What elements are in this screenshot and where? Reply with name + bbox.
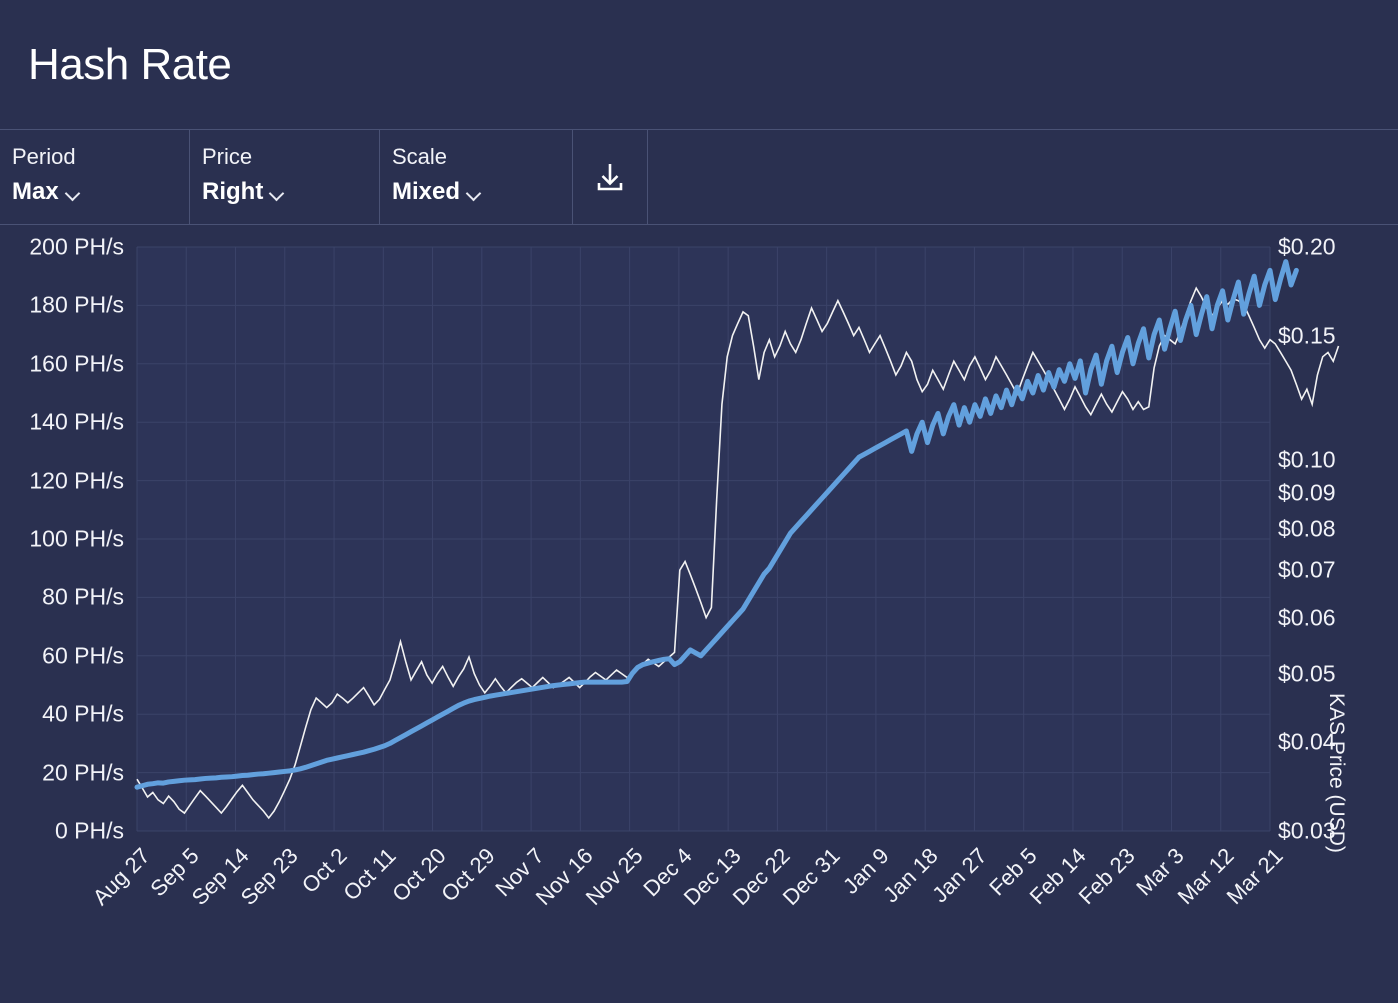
period-label: Period bbox=[12, 144, 76, 169]
scale-selector[interactable]: Scale Mixed bbox=[380, 130, 573, 224]
period-value: Max bbox=[12, 178, 59, 205]
y-axis-left-tick: 180 PH/s bbox=[29, 291, 124, 318]
price-value: Right bbox=[202, 178, 264, 205]
x-axis: Aug 27 Sep 5 Sep 14 Sep 23 Oct 2 Oct 11 Oct 20… bbox=[0, 831, 1398, 971]
y-axis-right-tick: $0.08 bbox=[1278, 515, 1336, 542]
y-axis-right-tick: $0.05 bbox=[1278, 660, 1336, 687]
chart-region: 0 PH/s 20 PH/s 40 PH/s 60 PH/s 80 PH/s 100 PH… bbox=[0, 225, 1398, 971]
page-title: Hash Rate bbox=[28, 39, 232, 89]
chevron-down-icon bbox=[66, 188, 81, 197]
y-axis-right-tick: $0.10 bbox=[1278, 446, 1336, 473]
y-axis-left-tick: 20 PH/s bbox=[42, 759, 124, 786]
y-axis-left-tick: 40 PH/s bbox=[42, 700, 124, 727]
y-axis-right-title: KAS Price (USD) bbox=[1325, 693, 1348, 853]
y-axis-left-tick: 80 PH/s bbox=[42, 583, 124, 610]
y-axis-left-tick: 160 PH/s bbox=[29, 350, 124, 377]
chevron-down-icon bbox=[467, 188, 482, 197]
y-axis-right-tick: $0.07 bbox=[1278, 556, 1336, 583]
y-axis-right-tick: $0.06 bbox=[1278, 604, 1336, 631]
download-button[interactable] bbox=[573, 130, 648, 224]
download-icon bbox=[597, 164, 623, 191]
y-axis-right-tick: $0.15 bbox=[1278, 322, 1336, 349]
price-label: Price bbox=[202, 144, 253, 169]
scale-value: Mixed bbox=[392, 178, 461, 205]
y-axis-left-tick: 200 PH/s bbox=[29, 233, 124, 260]
y-axis-left-tick: 100 PH/s bbox=[29, 525, 124, 552]
price-axis-selector[interactable]: Price Right bbox=[190, 130, 380, 224]
y-axis-left-tick: 140 PH/s bbox=[29, 408, 124, 435]
y-axis-left-tick: 60 PH/s bbox=[42, 642, 124, 669]
y-axis-left-tick: 120 PH/s bbox=[29, 467, 124, 494]
y-axis-right-tick: $0.20 bbox=[1278, 233, 1336, 260]
scale-label: Scale bbox=[392, 144, 448, 169]
period-selector[interactable]: Period Max bbox=[0, 130, 190, 224]
y-axis-right-tick: $0.09 bbox=[1278, 479, 1336, 506]
chart-toolbar: Period Max Price Right Scale Mixed bbox=[0, 130, 1398, 225]
chevron-down-icon bbox=[270, 188, 285, 197]
page-header: Hash Rate bbox=[0, 0, 1398, 130]
